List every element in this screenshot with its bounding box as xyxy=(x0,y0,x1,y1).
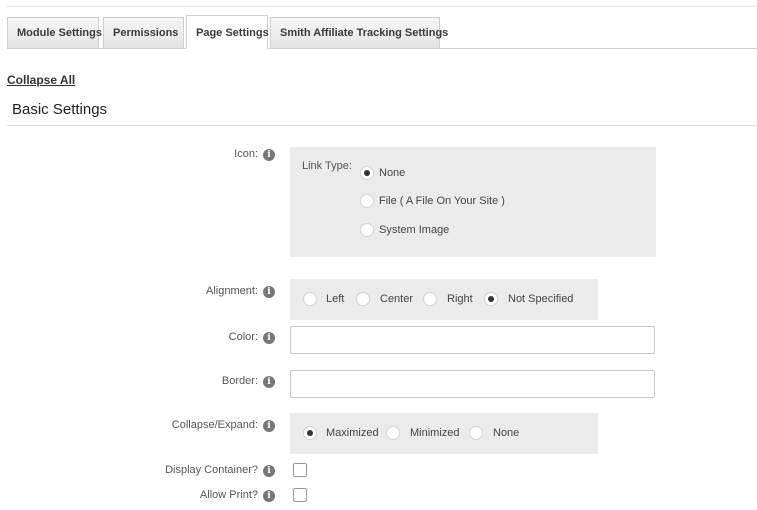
collapse-expand-panel: Maximized Minimized None xyxy=(290,413,598,454)
alignment-left-label[interactable]: Left xyxy=(326,293,344,305)
link-type-file-label[interactable]: File ( A File On Your Site ) xyxy=(379,195,505,207)
collapse-minimized-label[interactable]: Minimized xyxy=(410,427,460,439)
top-divider xyxy=(7,6,757,7)
collapse-maximized-label[interactable]: Maximized xyxy=(326,427,379,439)
alignment-center-radio[interactable] xyxy=(356,292,370,306)
allow-print-label: Allow Print? xyxy=(199,489,258,501)
color-input[interactable] xyxy=(290,326,655,354)
alignment-not-specified-label[interactable]: Not Specified xyxy=(508,293,573,305)
alignment-label: Alignment: xyxy=(206,285,258,297)
collapse-none-label[interactable]: None xyxy=(493,427,519,439)
info-icon[interactable]: i xyxy=(263,332,275,344)
alignment-right-label[interactable]: Right xyxy=(447,293,473,305)
alignment-center-label[interactable]: Center xyxy=(380,293,413,305)
tab-permissions[interactable]: Permissions xyxy=(103,17,184,48)
info-icon[interactable]: i xyxy=(263,286,275,298)
collapse-maximized-radio[interactable] xyxy=(303,426,317,440)
section-title-basic-settings: Basic Settings xyxy=(12,101,108,118)
link-type-none-radio[interactable] xyxy=(360,166,374,180)
info-icon[interactable]: i xyxy=(263,490,275,502)
tab-bar-baseline xyxy=(7,48,757,49)
alignment-panel: Left Center Right Not Specified xyxy=(290,279,598,320)
allow-print-checkbox[interactable] xyxy=(293,488,307,502)
collapse-expand-label: Collapse/Expand: xyxy=(171,419,258,431)
collapse-all-link[interactable]: Collapse All xyxy=(7,73,75,87)
tab-bar: Module Settings Permissions Page Setting… xyxy=(7,15,757,49)
link-type-system-image-radio[interactable] xyxy=(360,223,374,237)
collapse-none-radio[interactable] xyxy=(469,426,483,440)
icon-label: Icon: xyxy=(234,148,258,160)
link-type-system-image-label[interactable]: System Image xyxy=(379,224,449,236)
color-label: Color: xyxy=(228,331,258,343)
border-input[interactable] xyxy=(290,370,655,398)
display-container-checkbox[interactable] xyxy=(293,463,307,477)
info-icon[interactable]: i xyxy=(263,465,275,477)
link-type-file-radio[interactable] xyxy=(360,194,374,208)
tab-smith-affiliate-tracking-settings[interactable]: Smith Affiliate Tracking Settings xyxy=(270,17,448,48)
alignment-left-radio[interactable] xyxy=(303,292,317,306)
info-icon[interactable]: i xyxy=(263,149,275,161)
icon-link-type-panel: Link Type: None File ( A File On Your Si… xyxy=(290,147,656,257)
display-container-label: Display Container? xyxy=(165,464,258,476)
tab-module-settings[interactable]: Module Settings xyxy=(7,17,102,48)
link-type-none-label[interactable]: None xyxy=(379,167,405,179)
border-label: Border: xyxy=(221,375,258,387)
collapse-minimized-radio[interactable] xyxy=(386,426,400,440)
section-divider xyxy=(7,125,757,126)
info-icon[interactable]: i xyxy=(263,420,275,432)
info-icon[interactable]: i xyxy=(263,376,275,388)
alignment-right-radio[interactable] xyxy=(423,292,437,306)
link-type-label: Link Type: xyxy=(302,160,352,172)
alignment-not-specified-radio[interactable] xyxy=(484,292,498,306)
tab-page-settings[interactable]: Page Settings xyxy=(186,15,269,49)
